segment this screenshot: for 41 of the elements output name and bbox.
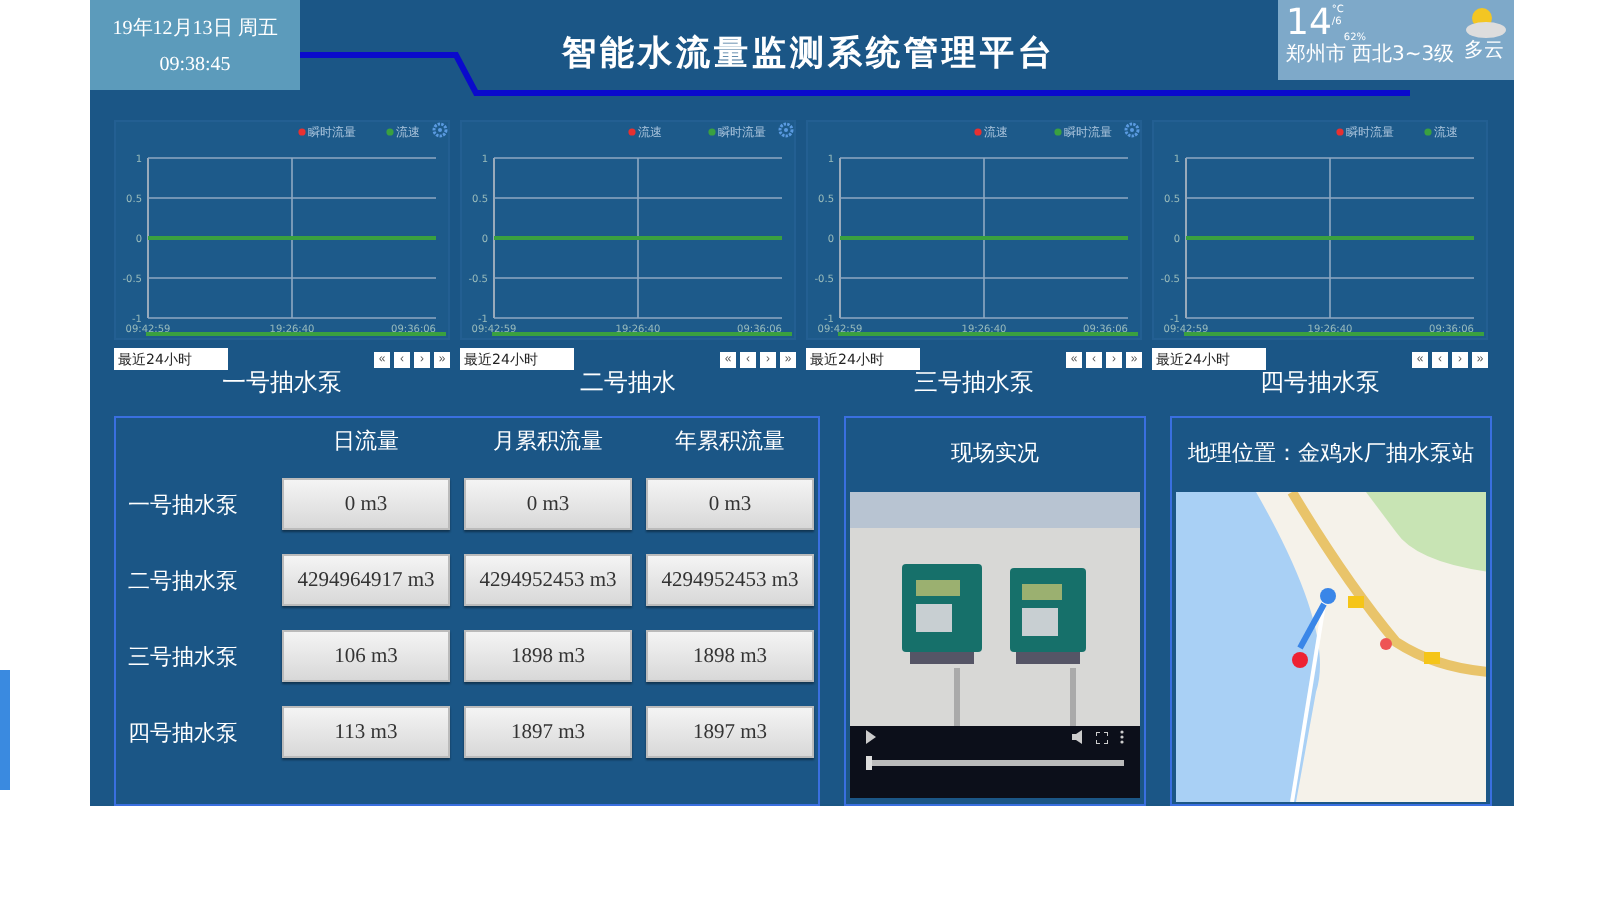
page-title: 智能水流量监测系统管理平台 <box>562 32 1056 76</box>
wind-text: 西北3~3级 <box>1352 44 1455 66</box>
progress-track[interactable] <box>866 760 1124 766</box>
value-cell: 4294964917 m3 <box>282 554 450 606</box>
row-header: 三号抽水泵 <box>128 643 240 671</box>
pump-name: 三号抽水泵 <box>912 366 1036 400</box>
date-text: 19年12月13日 周五 <box>112 16 278 42</box>
column-header: 年累积流量 <box>673 427 787 454</box>
fullscreen-icon[interactable] <box>1096 731 1108 743</box>
row-header: 四号抽水泵 <box>128 719 240 747</box>
value-cell: 4294952453 m3 <box>464 554 632 606</box>
value-cell: 1898 m3 <box>464 630 632 682</box>
city-text: 郑州市 <box>1286 44 1346 66</box>
progress-thumb[interactable] <box>866 756 872 770</box>
row-header: 二号抽水泵 <box>128 567 240 595</box>
settings-icon[interactable] <box>432 122 448 138</box>
value-cell: 4294952453 m3 <box>646 554 814 606</box>
column-header: 日流量 <box>331 427 401 454</box>
panel-title: 地理位置：金鸡水厂抽水泵站 <box>1186 438 1476 470</box>
temperature-text: 14 <box>1286 4 1332 44</box>
pump-name: 二号抽水 <box>578 366 678 400</box>
settings-icon[interactable] <box>1124 122 1140 138</box>
column-header: 月累积流量 <box>491 427 605 454</box>
cloud-sun-icon <box>1460 4 1509 40</box>
play-icon[interactable] <box>866 730 876 744</box>
value-cell: 0 m3 <box>464 478 632 530</box>
pump-name: 一号抽水泵 <box>220 366 344 400</box>
time-text: 09:38:45 <box>159 54 231 76</box>
value-cell: 0 m3 <box>282 478 450 530</box>
value-cell: 106 m3 <box>282 630 450 682</box>
volume-icon[interactable] <box>1072 730 1084 744</box>
value-cell: 1897 m3 <box>646 706 814 758</box>
panel-title: 现场实况 <box>949 438 1041 470</box>
value-cell: 113 m3 <box>282 706 450 758</box>
value-cell: 0 m3 <box>646 478 814 530</box>
value-cell: 1897 m3 <box>464 706 632 758</box>
condition-text: 多云 <box>1464 40 1505 62</box>
pump-name: 四号抽水泵 <box>1258 366 1382 400</box>
value-cell: 1898 m3 <box>646 630 814 682</box>
row-header: 一号抽水泵 <box>128 491 240 519</box>
settings-icon[interactable] <box>778 122 794 138</box>
